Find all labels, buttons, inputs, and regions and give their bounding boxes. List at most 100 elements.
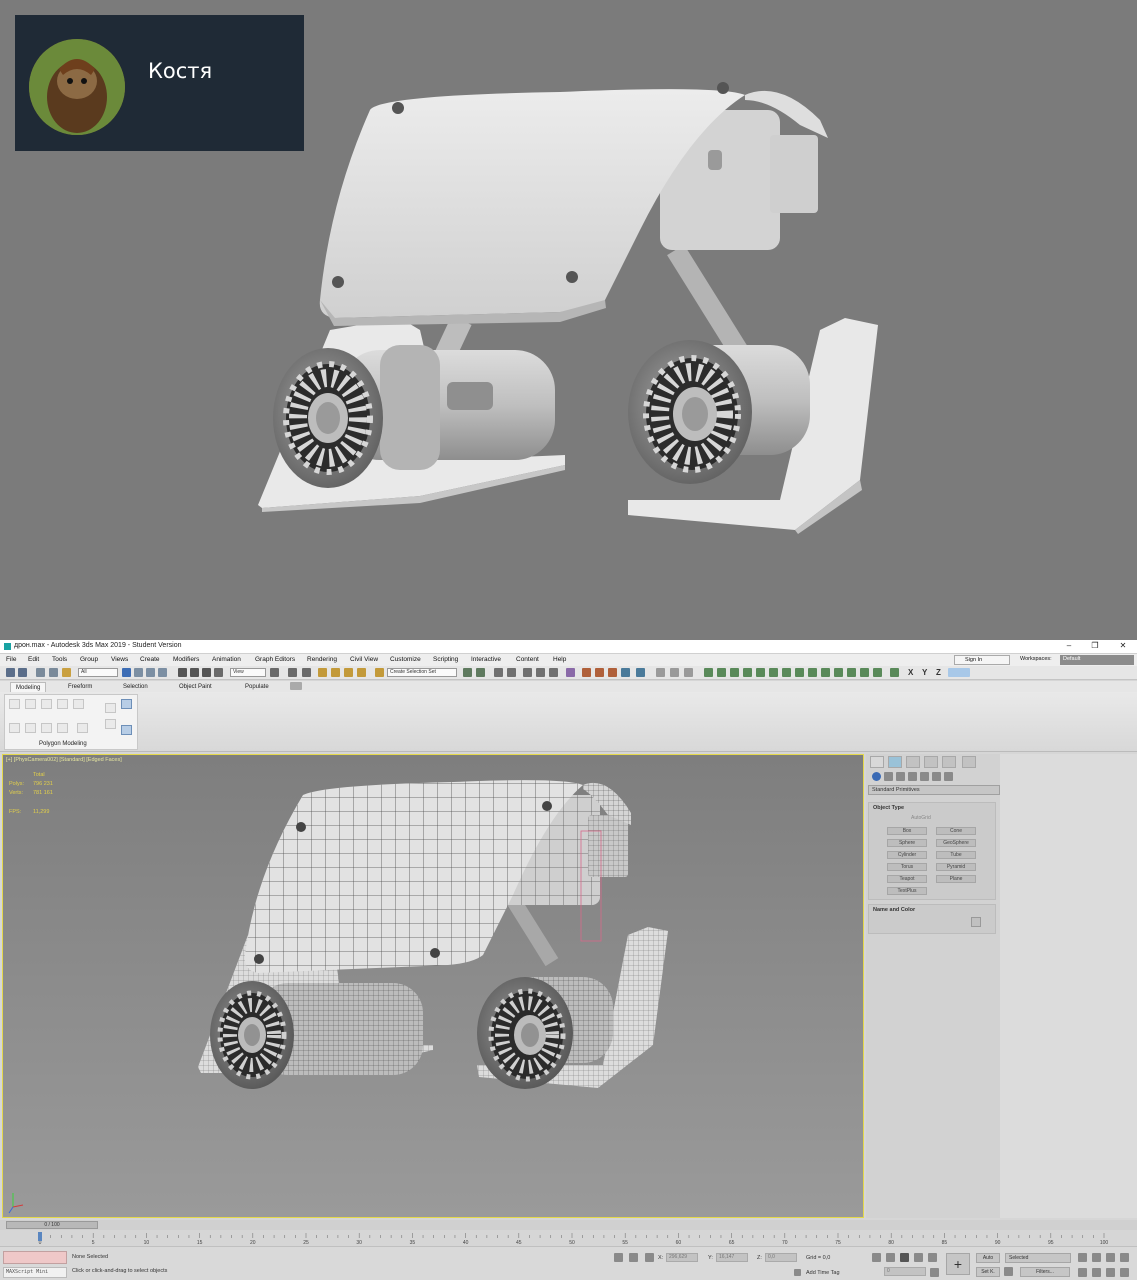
go-to-end-icon[interactable] <box>928 1253 937 1262</box>
element-mode-icon[interactable] <box>73 699 84 709</box>
key-filters-button[interactable]: Filters... <box>1020 1267 1070 1277</box>
toggle-command-mode-icon[interactable] <box>121 725 132 735</box>
name-and-color-title[interactable]: Name and Color <box>873 907 915 913</box>
menu-file[interactable]: File <box>6 656 16 663</box>
tab-object-paint[interactable]: Object Paint <box>174 682 217 692</box>
reference-coordinate-select[interactable]: View <box>230 668 266 677</box>
vertex-mode-icon[interactable] <box>9 699 20 709</box>
menu-graph-editors[interactable]: Graph Editors <box>255 656 295 663</box>
helper-15-icon[interactable] <box>890 668 899 677</box>
edit-named-selection-icon[interactable] <box>375 668 384 677</box>
cylinder-button[interactable]: Cylinder <box>887 851 927 859</box>
select-object-icon[interactable] <box>122 668 131 677</box>
percent-snap-icon[interactable] <box>344 668 353 677</box>
lights-icon[interactable] <box>896 772 905 781</box>
modify-mode-icon[interactable] <box>9 723 20 733</box>
object-type-title[interactable]: Object Type <box>873 805 904 811</box>
menu-tools[interactable]: Tools <box>52 656 67 663</box>
tab-selection[interactable]: Selection <box>118 682 153 692</box>
sign-in-button[interactable]: Sign In <box>954 655 1010 665</box>
selection-filter-select[interactable]: All <box>78 668 118 677</box>
collapse-stack-icon[interactable] <box>121 699 132 709</box>
snap-toggle-icon[interactable] <box>318 668 327 677</box>
space-warps-icon[interactable] <box>932 772 941 781</box>
menu-group[interactable]: Group <box>80 656 98 663</box>
helper-4-icon[interactable] <box>743 668 752 677</box>
maxscript-mini-input[interactable]: MAXScript Mini <box>3 1267 67 1278</box>
textplus-button[interactable]: TextPlus <box>887 887 927 895</box>
menu-rendering[interactable]: Rendering <box>307 656 337 663</box>
repeat-last-icon[interactable] <box>41 723 52 733</box>
render-cloud-icon[interactable] <box>621 668 630 677</box>
key-mode-icon[interactable] <box>1004 1267 1013 1276</box>
torus-button[interactable]: Torus <box>887 863 927 871</box>
ribbon-toggle-icon[interactable] <box>523 668 532 677</box>
pan-icon[interactable] <box>1092 1268 1101 1277</box>
helper-1-icon[interactable] <box>704 668 713 677</box>
absolute-mode-icon[interactable] <box>645 1253 654 1262</box>
helper-9-icon[interactable] <box>808 668 817 677</box>
menu-interactive[interactable]: Interactive <box>471 656 501 663</box>
viewport[interactable]: [+] [PhysCamera002] [Standard] [Edged Fa… <box>2 754 864 1218</box>
border-mode-icon[interactable] <box>41 699 52 709</box>
zoom-all-icon[interactable] <box>1092 1253 1101 1262</box>
key-filter-select[interactable]: Selected <box>1005 1253 1071 1263</box>
time-config-icon[interactable] <box>930 1268 939 1277</box>
viewport-label[interactable]: [+] [PhysCamera002] [Standard] [Edged Fa… <box>6 757 122 763</box>
rotate-icon[interactable] <box>190 668 199 677</box>
field-of-view-icon[interactable] <box>1078 1268 1087 1277</box>
create-tab-icon[interactable] <box>870 756 884 768</box>
menu-help[interactable]: Help <box>553 656 566 663</box>
material-editor-icon[interactable] <box>566 668 575 677</box>
quickslice-icon[interactable] <box>57 723 68 733</box>
menu-modifiers[interactable]: Modifiers <box>173 656 199 663</box>
axis-y-button[interactable]: Y <box>922 668 927 677</box>
keyboard-shortcut-icon[interactable] <box>302 668 311 677</box>
sphere-button[interactable]: Sphere <box>887 839 927 847</box>
polygon-modeling-label[interactable]: Polygon Modeling <box>39 741 87 747</box>
track-bar[interactable]: 0 5 10 15 20 25 30 35 40 45 50 55 60 65 70 75 80 85 90 95 10… <box>0 1232 1137 1246</box>
scene-explorer-icon[interactable] <box>494 668 503 677</box>
spinner-snap-icon[interactable] <box>357 668 366 677</box>
object-color-swatch[interactable] <box>971 917 981 927</box>
helpers-icon[interactable] <box>920 772 929 781</box>
workspace-select[interactable]: Default <box>1060 655 1134 665</box>
render-production-icon[interactable] <box>608 668 617 677</box>
helper-7-icon[interactable] <box>782 668 791 677</box>
menu-customize[interactable]: Customize <box>390 656 421 663</box>
close-button[interactable]: ✕ <box>1116 641 1130 653</box>
mirror-icon[interactable] <box>463 668 472 677</box>
axis-plane-icon[interactable] <box>948 668 970 677</box>
a360-gallery-icon[interactable] <box>636 668 645 677</box>
modify-tab-icon[interactable] <box>888 756 902 768</box>
tube-button[interactable]: Tube <box>936 851 976 859</box>
menu-views[interactable]: Views <box>111 656 128 663</box>
undo-icon[interactable] <box>6 668 15 677</box>
box-button[interactable]: Box <box>887 827 927 835</box>
previous-frame-icon[interactable] <box>886 1253 895 1262</box>
shapes-icon[interactable] <box>884 772 893 781</box>
helper-3-icon[interactable] <box>730 668 739 677</box>
menu-create[interactable]: Create <box>140 656 160 663</box>
rendered-frame-window-icon[interactable] <box>595 668 604 677</box>
orbit-icon[interactable] <box>1106 1268 1115 1277</box>
maxscript-listener[interactable] <box>3 1251 67 1264</box>
layer-explorer-icon[interactable] <box>507 668 516 677</box>
select-by-name-icon[interactable] <box>134 668 143 677</box>
primitive-type-select[interactable]: Standard Primitives <box>868 785 1000 795</box>
teapot-button[interactable]: Teapot <box>887 875 927 883</box>
rectangular-selection-icon[interactable] <box>146 668 155 677</box>
plane-button[interactable]: Plane <box>936 875 976 883</box>
redo-icon[interactable] <box>18 668 27 677</box>
render-setup-icon[interactable] <box>582 668 591 677</box>
axis-z-button[interactable]: Z <box>936 668 941 677</box>
z-coordinate-field[interactable]: 0,0 <box>765 1253 797 1262</box>
minimize-button[interactable]: – <box>1062 641 1076 653</box>
y-coordinate-field[interactable]: 16,147 <box>716 1253 748 1262</box>
current-frame-field[interactable]: 0 <box>884 1267 926 1276</box>
autogrid-checkbox[interactable]: AutoGrid <box>911 815 931 821</box>
zoom-extents-icon[interactable] <box>1106 1253 1115 1262</box>
time-slider[interactable]: 0 / 100 <box>6 1221 98 1229</box>
current-time-marker[interactable] <box>38 1232 42 1241</box>
schematic-view-icon[interactable] <box>549 668 558 677</box>
